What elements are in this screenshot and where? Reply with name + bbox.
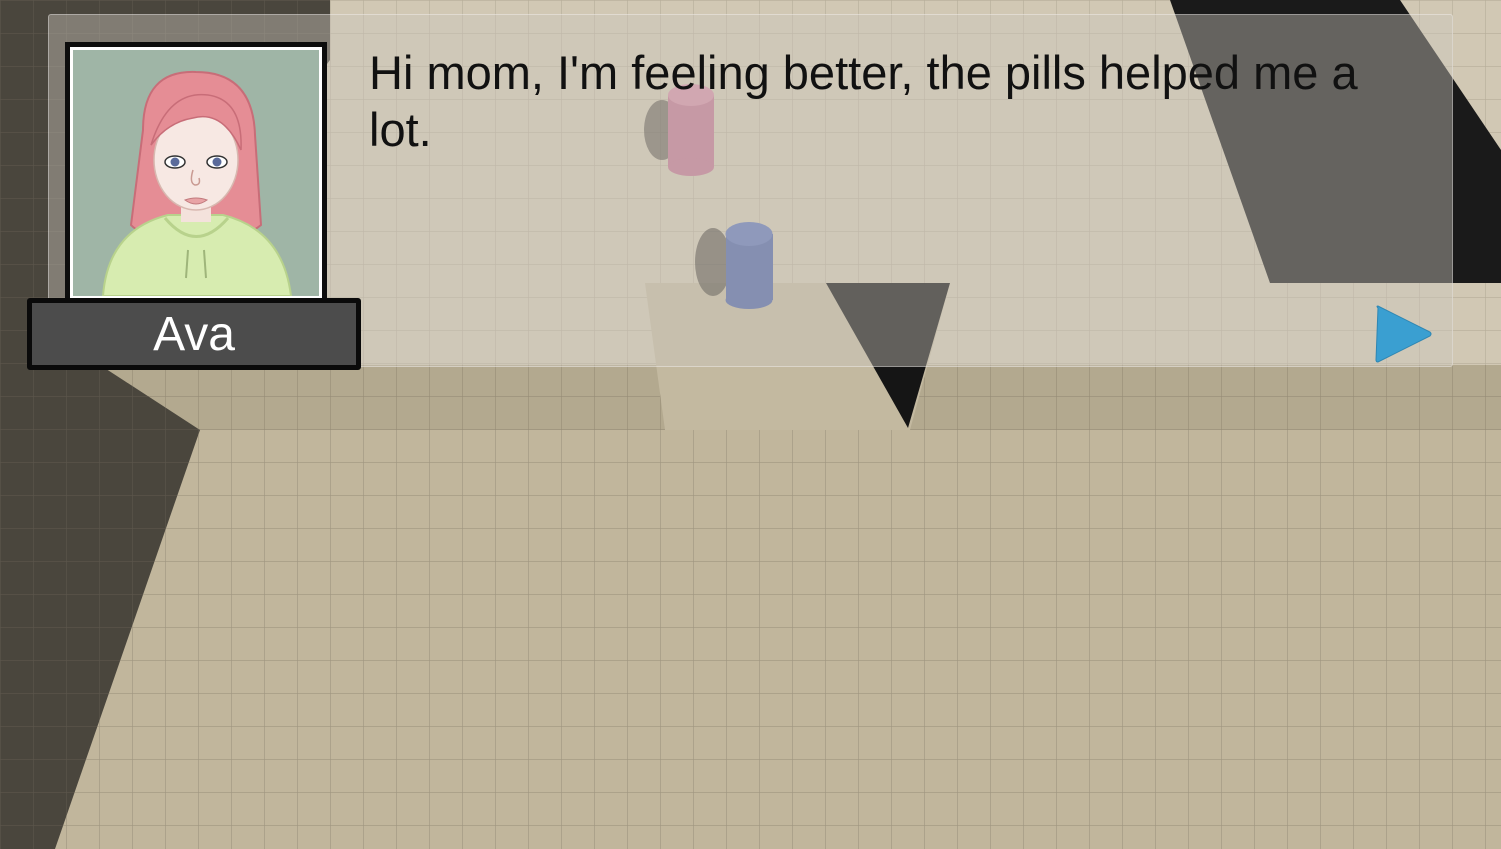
lower-floor (55, 430, 1501, 849)
character-portrait (65, 42, 327, 304)
speaker-name-plate: Ava (27, 298, 361, 370)
character-portrait-icon (101, 70, 293, 296)
next-button[interactable] (1372, 304, 1434, 364)
portrait-background (73, 50, 319, 296)
dialog-text: Hi mom, I'm feeling better, the pills he… (369, 46, 1358, 156)
speaker-name: Ava (153, 307, 235, 361)
play-arrow-icon (1375, 305, 1432, 363)
